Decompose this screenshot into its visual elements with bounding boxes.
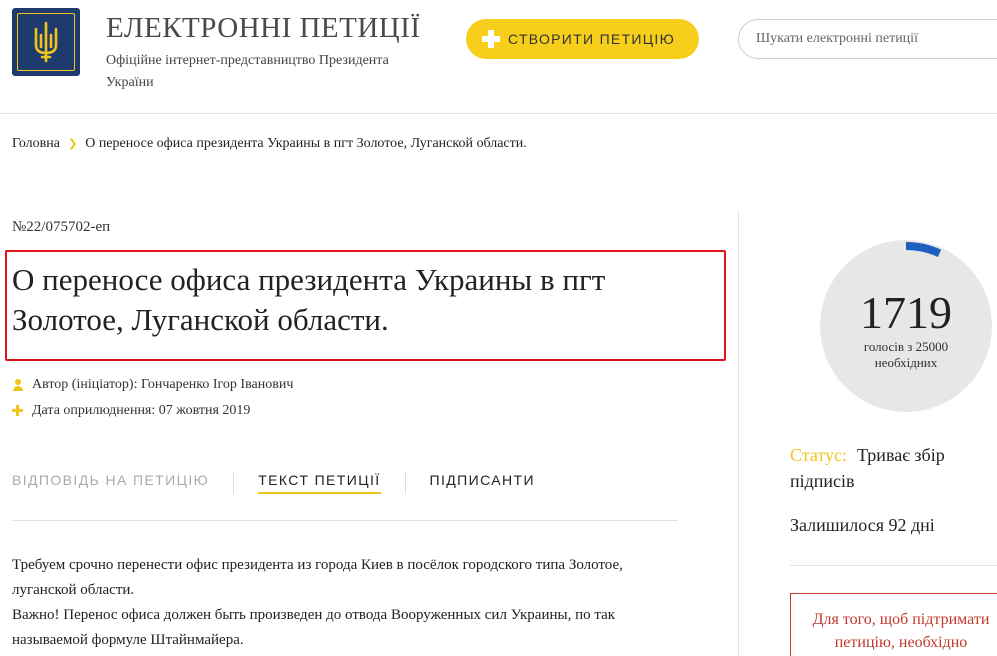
site-title[interactable]: ЕЛЕКТРОННІ ПЕТИЦІЇ [106, 12, 421, 45]
author-row: Автор (ініціатор): Гончаренко Ігор Івано… [12, 377, 293, 393]
petition-sidebar: 1719 голосів з 25000 необхідних Статус: Т… [738, 210, 997, 656]
breadcrumb-home-link[interactable]: Головна [12, 136, 60, 151]
date-label: Дата оприлюднення: [32, 403, 156, 418]
site-header: ЕЛЕКТРОННІ ПЕТИЦІЇ Офіційне інтернет-пре… [0, 0, 997, 114]
tab-answer[interactable]: ВІДПОВІДЬ НА ПЕТИЦІЮ [12, 472, 209, 492]
author-label: Автор (ініціатор): [32, 377, 138, 392]
petition-title: О переносе офиса президента Украины в пг… [12, 262, 606, 337]
publication-date: 07 жовтня 2019 [158, 403, 251, 418]
sign-notice-text: Для того, щоб підтримати петицію, необхі… [812, 611, 990, 651]
petition-number: №22/075702-еп [12, 219, 111, 235]
plus-icon [482, 30, 500, 48]
status-row: Статус: Триває збір підписів [790, 442, 990, 494]
days-remaining: Залишилося 92 дні [790, 515, 935, 535]
site-subtitle: Офіційне інтернет-представництво Президе… [106, 53, 389, 90]
breadcrumb: Головна ❯ О переносе офиса президента Укра… [12, 136, 527, 152]
search-input[interactable] [738, 19, 997, 59]
status-label: Статус: [790, 445, 847, 465]
vote-count: 1719 [860, 287, 952, 338]
breadcrumb-current: О переносе офиса президента Украины в пг… [85, 136, 527, 151]
sidebar-divider [790, 565, 997, 566]
vote-progress-circle: 1719 голосів з 25000 необхідних [820, 240, 992, 412]
tab-divider [404, 472, 406, 494]
sign-notice-box: Для того, щоб підтримати петицію, необхі… [790, 593, 997, 656]
votes-caption: голосів з 25000 необхідних [863, 339, 949, 370]
coat-of-arms-logo[interactable] [12, 8, 80, 76]
chevron-right-icon: ❯ [67, 137, 78, 150]
petition-text-paragraph: Требуем срочно перенести офис президента… [12, 557, 623, 598]
create-petition-label: СТВОРИТИ ПЕТИЦІЮ [508, 31, 676, 47]
create-petition-button[interactable]: СТВОРИТИ ПЕТИЦІЮ [466, 19, 699, 59]
petition-text-paragraph: Важно! Перенос офиса должен быть произве… [12, 607, 616, 648]
user-icon [12, 379, 23, 391]
tab-petition-text[interactable]: ТЕКСТ ПЕТИЦІЇ [258, 472, 381, 494]
petition-tabs: ВІДПОВІДЬ НА ПЕТИЦІЮ ТЕКСТ ПЕТИЦІЇ ПІДПИ… [12, 472, 535, 498]
author-name: Гончаренко Ігор Іванович [140, 377, 294, 392]
trident-icon [34, 21, 58, 63]
tabs-divider-line [12, 520, 678, 521]
plus-icon [12, 405, 23, 417]
petition-text: Требуем срочно перенести офис президента… [12, 553, 672, 653]
date-row: Дата оприлюднення: 07 жовтня 2019 [12, 403, 250, 419]
tab-divider [233, 472, 235, 494]
tab-signers[interactable]: ПІДПИСАНТИ [430, 472, 535, 492]
